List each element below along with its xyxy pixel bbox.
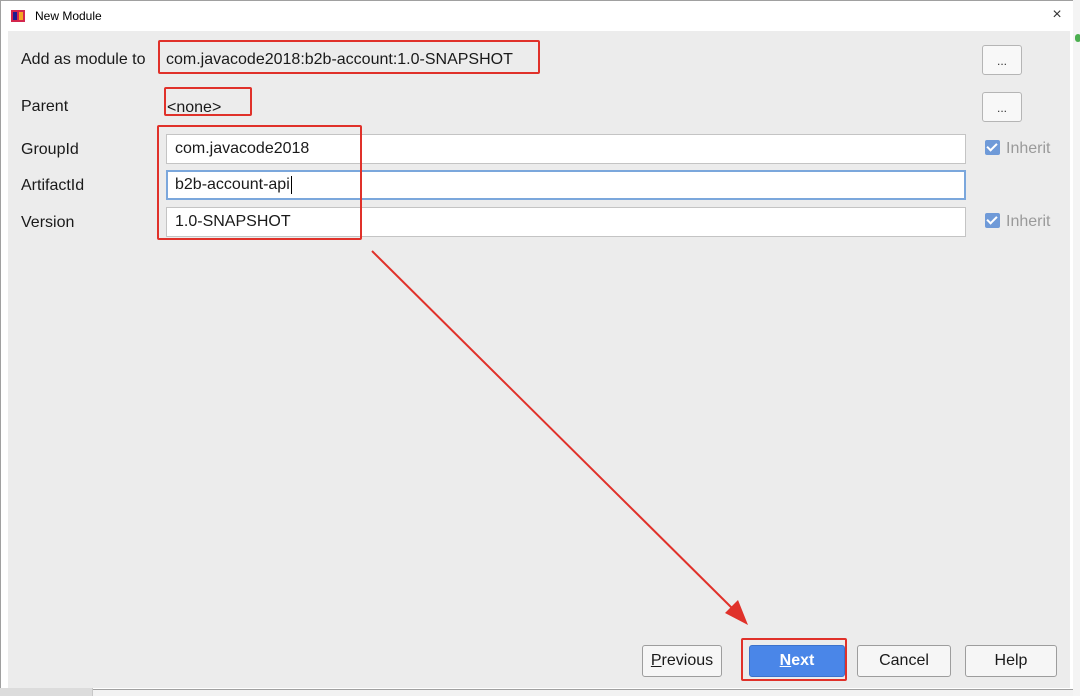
group-id-inherit-label: Inherit: [1006, 140, 1051, 157]
group-id-field[interactable]: com.javacode2018: [166, 134, 966, 164]
add-as-module-value: com.javacode2018:b2b-account:1.0-SNAPSHO…: [166, 51, 513, 68]
parent-label: Parent: [21, 98, 69, 115]
add-as-module-browse-button[interactable]: ...: [982, 45, 1022, 75]
text-caret: [290, 175, 292, 194]
next-button[interactable]: Next: [749, 645, 845, 677]
group-id-label: GroupId: [21, 141, 79, 158]
artifact-id-field[interactable]: b2b-account-api: [166, 170, 966, 200]
previous-label: revious: [661, 652, 714, 669]
version-inherit-checkbox[interactable]: Inherit: [985, 213, 1050, 231]
version-inherit-label: Inherit: [1006, 213, 1051, 230]
new-module-dialog: New Module × Add as module to com.javaco…: [0, 0, 1074, 690]
next-mnemonic: N: [779, 652, 792, 669]
artifact-id-label: ArtifactId: [21, 177, 85, 194]
parent-browse-button[interactable]: ...: [982, 92, 1022, 122]
checkbox-checked-icon: [985, 213, 1000, 228]
background-indicator: [1075, 34, 1080, 42]
version-value: 1.0-SNAPSHOT: [175, 213, 291, 230]
help-button[interactable]: Help: [965, 645, 1057, 677]
cancel-button[interactable]: Cancel: [857, 645, 951, 677]
previous-mnemonic: P: [650, 652, 662, 669]
checkbox-checked-icon: [985, 140, 1000, 155]
next-label: ext: [791, 652, 815, 669]
dialog-title: New Module: [35, 9, 102, 23]
background-edge: [1073, 0, 1080, 696]
version-field[interactable]: 1.0-SNAPSHOT: [166, 207, 966, 237]
group-id-value: com.javacode2018: [175, 140, 310, 157]
artifact-id-value: b2b-account-api: [175, 176, 290, 193]
dialog-body: Add as module to com.javacode2018:b2b-ac…: [8, 31, 1070, 688]
parent-value: <none>: [167, 99, 222, 116]
title-bar: New Module ×: [1, 1, 1073, 31]
close-icon[interactable]: ×: [1047, 6, 1067, 24]
add-as-module-label: Add as module to: [21, 51, 146, 68]
version-label: Version: [21, 214, 75, 231]
previous-button[interactable]: Previous: [642, 645, 722, 677]
group-id-inherit-checkbox[interactable]: Inherit: [985, 140, 1050, 158]
background-panel: [0, 688, 93, 696]
intellij-app-icon: [11, 10, 25, 22]
